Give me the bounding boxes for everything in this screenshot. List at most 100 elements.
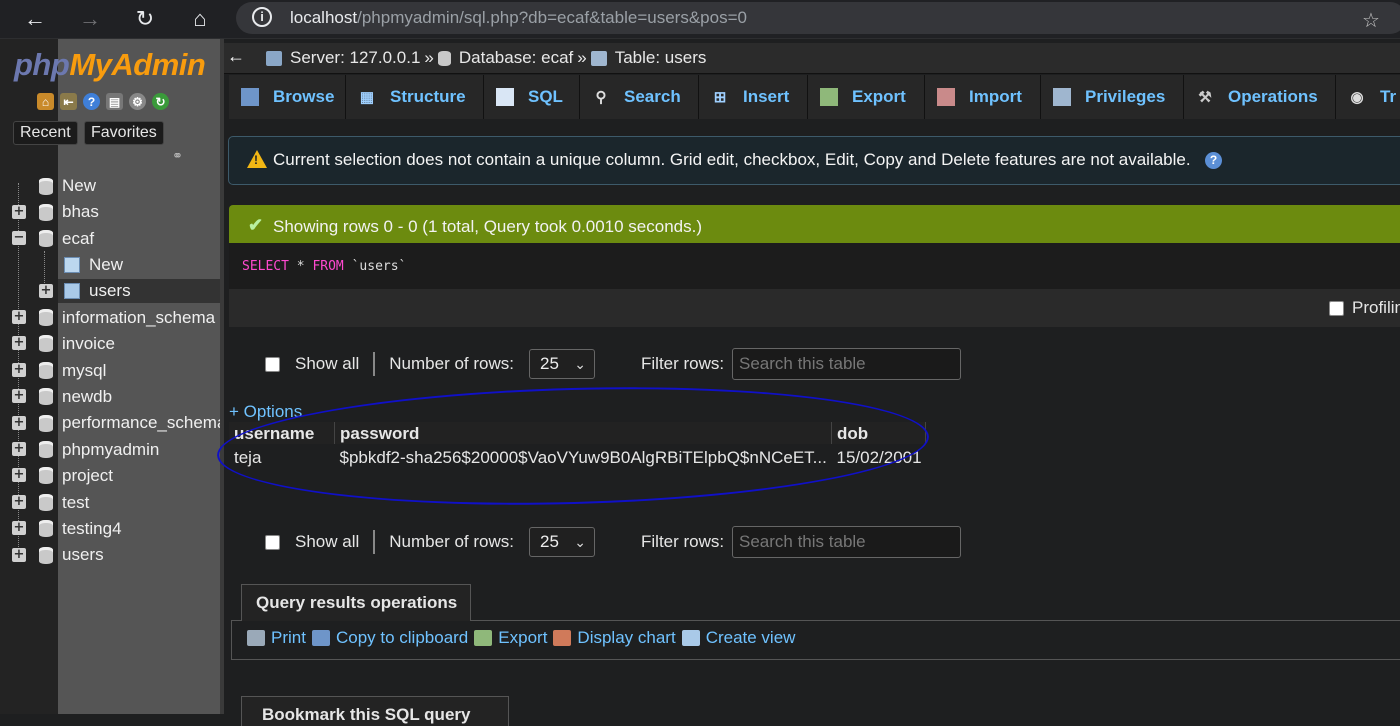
docs-icon[interactable]: ▤ <box>106 93 123 110</box>
database-icon <box>39 230 53 247</box>
show-all-label: Show all <box>295 354 360 373</box>
rows-per-page-select[interactable]: 25 ⌄ <box>529 349 595 379</box>
back-arrow-icon[interactable]: ← <box>21 5 49 33</box>
help-icon[interactable]: ? <box>83 93 100 110</box>
tree-item-information-schema[interactable]: information_schema <box>62 306 215 330</box>
options-link[interactable]: + Options <box>229 402 302 422</box>
tab-label: Insert <box>743 87 790 106</box>
insert-icon: ⊞ <box>713 89 727 106</box>
tree-item-newdb[interactable]: newdb <box>62 385 112 409</box>
tree-item-bhas[interactable]: bhas <box>62 200 99 224</box>
tab-label: Search <box>624 87 681 106</box>
breadcrumb-database[interactable]: Database: ecaf <box>459 48 573 68</box>
expand-icon[interactable]: + <box>12 389 26 403</box>
tree-item-new[interactable]: New <box>62 174 96 198</box>
sidebar-resizer[interactable] <box>220 39 224 714</box>
reload-icon[interactable]: ↻ <box>152 93 169 110</box>
expand-icon[interactable]: + <box>12 548 26 562</box>
sql-query-text: SELECT * FROM `users` <box>242 259 406 274</box>
tab-import[interactable]: Import <box>925 75 1041 119</box>
filter-rows-input[interactable] <box>732 348 961 380</box>
collapse-icon[interactable]: − <box>12 231 26 245</box>
site-info-icon[interactable]: i <box>252 7 272 27</box>
tree-item-performance-schema[interactable]: performance_schema <box>62 411 220 435</box>
filter-rows-input[interactable] <box>732 526 961 558</box>
database-icon <box>39 415 53 432</box>
url-text[interactable]: localhost/phpmyadmin/sql.php?db=ecaf&tab… <box>290 8 747 28</box>
expand-icon[interactable]: + <box>12 336 26 350</box>
phpmyadmin-logo[interactable]: phpMyAdmin <box>14 47 206 83</box>
sql-icon <box>496 88 514 106</box>
forward-arrow-icon[interactable]: → <box>76 5 104 33</box>
tab-privileges[interactable]: Privileges <box>1041 75 1184 119</box>
logout-icon[interactable]: ⇤ <box>60 93 77 110</box>
table-row: teja $pbkdf2-sha256$20000$VaoVYuw9B0AlgR… <box>229 444 926 468</box>
tree-item-users[interactable]: users <box>62 543 104 567</box>
tree-item-users-table[interactable]: users <box>89 279 131 303</box>
tab-browse[interactable]: Browse <box>229 75 346 119</box>
tree-item-test[interactable]: test <box>62 491 89 515</box>
display-chart-link[interactable]: Display chart <box>553 628 676 648</box>
column-header-password[interactable]: password <box>334 422 832 444</box>
divider <box>373 530 376 554</box>
expand-icon[interactable]: + <box>12 442 26 456</box>
print-label: Print <box>271 628 306 647</box>
help-icon[interactable]: ? <box>1205 152 1222 169</box>
expand-icon[interactable]: + <box>12 468 26 482</box>
show-all-checkbox[interactable] <box>265 356 280 372</box>
query-results-operations-links: Print Copy to clipboard Export Display c… <box>247 628 801 648</box>
expand-icon[interactable]: + <box>12 363 26 377</box>
tab-structure[interactable]: ▦ Structure <box>346 75 484 119</box>
tree-item-mysql[interactable]: mysql <box>62 359 106 383</box>
tab-operations[interactable]: ⚒ Operations <box>1184 75 1336 119</box>
tab-tracking[interactable]: ◉ Tr <box>1336 75 1400 119</box>
tab-search[interactable]: ⚲ Search <box>580 75 699 119</box>
tree-item-ecaf[interactable]: ecaf <box>62 227 94 251</box>
settings-gear-icon[interactable]: ⚙ <box>129 93 146 110</box>
column-header-username[interactable]: username <box>229 422 335 444</box>
number-of-rows-label: Number of rows: <box>389 354 514 373</box>
clipboard-icon <box>311 630 330 646</box>
collapse-sidebar-icon[interactable]: ← <box>227 46 245 67</box>
tree-item-ecaf-new[interactable]: New <box>89 253 123 277</box>
tab-export[interactable]: Export <box>808 75 925 119</box>
favorites-button[interactable]: Favorites <box>84 121 164 145</box>
breadcrumb-table[interactable]: Table: users <box>615 48 707 68</box>
expand-icon[interactable]: + <box>39 284 53 298</box>
copy-to-clipboard-link[interactable]: Copy to clipboard <box>311 628 468 648</box>
home-icon[interactable]: ⌂ <box>186 5 214 33</box>
profiling-option[interactable]: Profilin <box>1329 298 1400 318</box>
create-view-link[interactable]: Create view <box>681 628 795 648</box>
home-icon[interactable]: ⌂ <box>37 93 54 110</box>
tree-item-phpmyadmin[interactable]: phpmyadmin <box>62 438 159 462</box>
expand-icon[interactable]: + <box>12 310 26 324</box>
breadcrumb-server[interactable]: Server: 127.0.0.1 <box>290 48 420 68</box>
tab-insert[interactable]: ⊞ Insert <box>699 75 808 119</box>
expand-icon[interactable]: + <box>12 495 26 509</box>
add-favorite-icon[interactable]: ☆ <box>1362 8 1380 33</box>
expand-icon[interactable]: + <box>12 521 26 535</box>
column-header-dob[interactable]: dob <box>831 422 927 444</box>
create-view-icon <box>681 630 700 646</box>
tab-label: Privileges <box>1085 87 1166 106</box>
rows-per-page-select[interactable]: 25 ⌄ <box>529 527 595 557</box>
tree-item-invoice[interactable]: invoice <box>62 332 115 356</box>
new-table-icon <box>64 257 80 273</box>
reload-icon[interactable]: ↻ <box>131 5 159 33</box>
link-with-main-panel-icon[interactable]: ⚭ <box>172 148 183 164</box>
results-table: username password dob teja $pbkdf2-sha25… <box>229 422 927 468</box>
logo-myadmin: MyAdmin <box>69 47 206 82</box>
bookmark-query-title[interactable]: Bookmark this SQL query <box>241 696 509 726</box>
tab-sql[interactable]: SQL <box>484 75 580 119</box>
show-all-checkbox[interactable] <box>265 534 280 550</box>
print-link[interactable]: Print <box>247 628 306 648</box>
export-link[interactable]: Export <box>474 628 547 648</box>
tree-item-testing4[interactable]: testing4 <box>62 517 122 541</box>
recent-button[interactable]: Recent <box>13 121 78 145</box>
expand-icon[interactable]: + <box>12 416 26 430</box>
privileges-icon <box>1053 88 1071 106</box>
expand-icon[interactable]: + <box>12 205 26 219</box>
tree-item-project[interactable]: project <box>62 464 113 488</box>
profiling-checkbox[interactable] <box>1329 300 1344 316</box>
database-icon <box>39 388 53 405</box>
